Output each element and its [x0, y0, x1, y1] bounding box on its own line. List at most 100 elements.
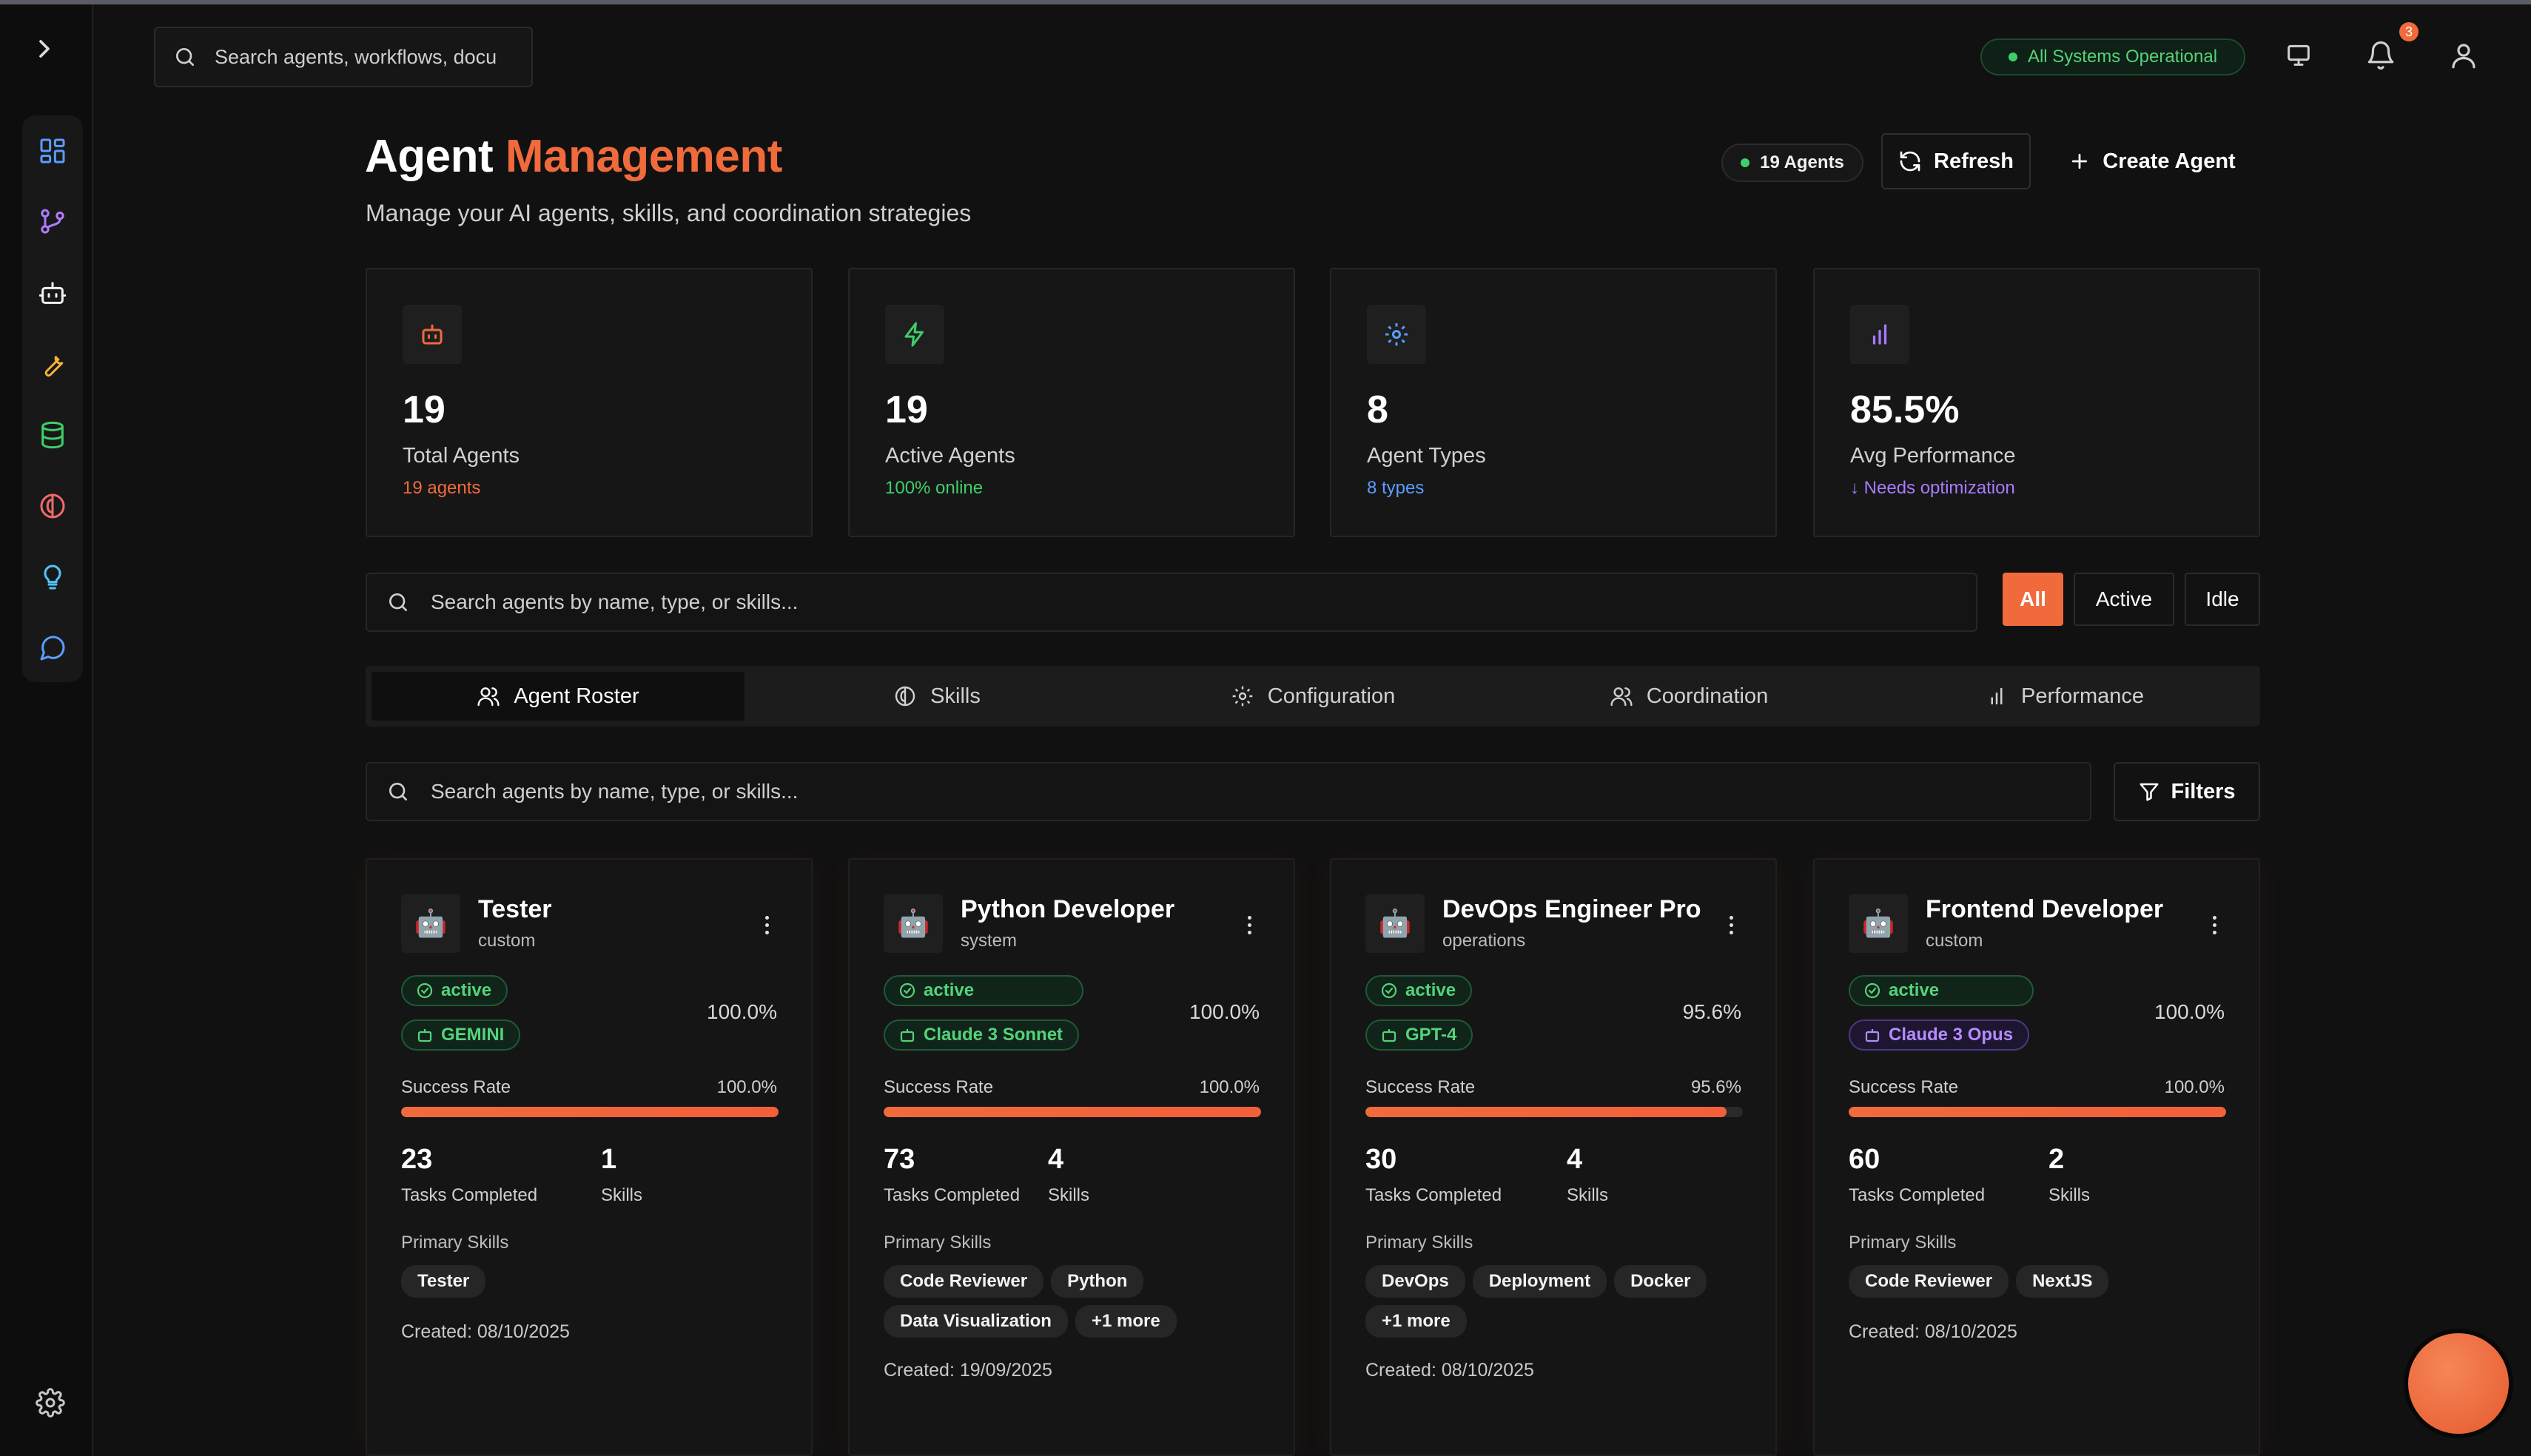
stat-subtext: ↓ Needs optimization: [1850, 478, 2015, 498]
settings-gear-icon[interactable]: [36, 1388, 70, 1422]
stat-card-active-agents: 19 Active Agents 100% online: [848, 268, 1295, 537]
agent-type: operations: [1442, 931, 1526, 951]
dashboard-icon[interactable]: [35, 133, 70, 169]
skill-chip: Code Reviewer: [884, 1265, 1044, 1298]
more-vertical-icon[interactable]: [1236, 910, 1263, 940]
agents-status-dot-icon: [1741, 158, 1750, 167]
status-badge: active: [1849, 975, 2034, 1006]
skill-chip-more[interactable]: +1 more: [1075, 1305, 1177, 1338]
tab-skills[interactable]: Skills: [750, 672, 1123, 721]
stat-subtext: 8 types: [1367, 478, 1425, 498]
wrench-icon[interactable]: [35, 346, 70, 382]
filter-idle-button[interactable]: Idle: [2185, 573, 2260, 626]
skill-chip: Deployment: [1472, 1265, 1607, 1298]
tab-bar: Agent Roster Skills Configuration Coordi…: [366, 666, 2260, 727]
agent-type: custom: [1926, 931, 1983, 951]
agent-type: custom: [478, 931, 536, 951]
gear-icon: [1367, 305, 1426, 364]
agents-count-badge: 19 Agents: [1721, 144, 1863, 182]
filter-active-button[interactable]: Active: [2074, 573, 2174, 626]
workflow-branch-icon[interactable]: [35, 204, 70, 240]
create-agent-button[interactable]: Create Agent: [2054, 133, 2250, 189]
agent-name: Frontend Developer: [1926, 895, 2164, 923]
stat-label: Agent Types: [1367, 444, 1486, 468]
agent-card[interactable]: 🤖 Frontend Developer custom active Claud…: [1813, 858, 2260, 1456]
tab-performance[interactable]: Performance: [1878, 672, 2251, 721]
skills-count-label: Skills: [601, 1185, 643, 1205]
success-rate-bar: [884, 1107, 1261, 1117]
filter-all-button[interactable]: All: [2003, 573, 2063, 626]
tasks-completed-value: 73: [884, 1144, 915, 1175]
skill-chip: DevOps: [1365, 1265, 1465, 1298]
robot-icon[interactable]: [35, 275, 70, 311]
stat-value: 19: [885, 388, 928, 431]
stat-value: 8: [1367, 388, 1388, 431]
status-badge: active: [884, 975, 1083, 1006]
database-icon[interactable]: [35, 417, 70, 453]
agent-name: Tester: [478, 895, 552, 923]
gear-icon: [1232, 686, 1253, 707]
more-vertical-icon[interactable]: [1718, 910, 1744, 940]
skill-chip-more[interactable]: +1 more: [1365, 1305, 1467, 1338]
search-icon: [389, 783, 407, 801]
global-search-input[interactable]: Search agents, workflows, docu: [154, 27, 533, 87]
status-text: active: [441, 980, 492, 1000]
status-text: active: [924, 980, 975, 1000]
robot-icon: [1382, 1029, 1396, 1042]
lightbulb-icon[interactable]: [35, 559, 70, 595]
check-circle-icon: [1864, 983, 1880, 999]
success-rate-bar: [401, 1107, 779, 1117]
tab-coordination[interactable]: Coordination: [1502, 672, 1875, 721]
sidebar-expand-icon[interactable]: [30, 34, 59, 64]
agent-performance: 100.0%: [1189, 1000, 1260, 1023]
chat-icon[interactable]: [35, 630, 70, 666]
filters-button[interactable]: Filters: [2114, 762, 2260, 821]
success-rate-bar: [1365, 1107, 1743, 1117]
skill-chip: NextJS: [2016, 1265, 2109, 1298]
skills-count-value: 4: [1567, 1144, 1583, 1175]
filter-funnel-icon: [2140, 783, 2159, 801]
roster-search-input[interactable]: Search agents by name, type, or skills..…: [366, 762, 2091, 821]
skills-count-label: Skills: [1048, 1185, 1090, 1205]
check-circle-icon: [1381, 983, 1397, 999]
assistant-fab-button[interactable]: [2408, 1333, 2509, 1434]
tab-agent-roster[interactable]: Agent Roster: [372, 672, 744, 721]
success-rate-value: 95.6%: [1690, 1077, 1741, 1097]
agent-card[interactable]: 🤖 Tester custom active GEMINI 100.0% Suc…: [366, 858, 813, 1456]
tab-configuration[interactable]: Configuration: [1126, 672, 1499, 721]
page-title-accent: Management: [505, 131, 782, 182]
page-title-main: Agent: [365, 131, 494, 182]
monitor-icon[interactable]: [2284, 40, 2318, 74]
created-date: Created: 08/10/2025: [401, 1321, 570, 1342]
user-profile-icon[interactable]: [2448, 40, 2482, 74]
success-rate-bar-fill: [1849, 1107, 2226, 1117]
refresh-button[interactable]: Refresh: [1881, 133, 2031, 189]
status-text: active: [1405, 980, 1456, 1000]
tab-label: Coordination: [1646, 684, 1769, 708]
page-title: Agent Management: [365, 130, 782, 183]
tasks-completed-label: Tasks Completed: [401, 1185, 538, 1205]
success-rate-value: 100.0%: [1199, 1077, 1260, 1097]
more-vertical-icon[interactable]: [753, 910, 780, 940]
success-rate-value: 100.0%: [716, 1077, 777, 1097]
agent-performance: 95.6%: [1682, 1000, 1741, 1023]
model-text: Claude 3 Sonnet: [924, 1025, 1063, 1045]
agent-search-input[interactable]: Search agents by name, type, or skills..…: [366, 573, 1977, 632]
agent-avatar-robot-icon: 🤖: [401, 894, 460, 953]
brain-icon[interactable]: [35, 488, 70, 524]
skill-chip: Data Visualization: [884, 1305, 1068, 1338]
tab-label: Agent Roster: [514, 684, 639, 708]
skills-count-value: 1: [601, 1144, 617, 1175]
agent-type: system: [961, 931, 1018, 951]
agent-card[interactable]: 🤖 DevOps Engineer Pro operations active …: [1330, 858, 1777, 1456]
stat-card-avg-performance: 85.5% Avg Performance ↓ Needs optimizati…: [1813, 268, 2260, 537]
filters-label: Filters: [2171, 779, 2236, 803]
page-subtitle: Manage your AI agents, skills, and coord…: [366, 200, 972, 226]
robot-icon: [900, 1029, 915, 1042]
agent-name: Python Developer: [961, 895, 1175, 923]
more-vertical-icon[interactable]: [2201, 910, 2228, 940]
agent-card[interactable]: 🤖 Python Developer system active Claude …: [848, 858, 1295, 1456]
global-search-placeholder: Search agents, workflows, docu: [215, 45, 497, 68]
bell-icon[interactable]: [2365, 40, 2399, 74]
stat-value: 19: [403, 388, 446, 431]
